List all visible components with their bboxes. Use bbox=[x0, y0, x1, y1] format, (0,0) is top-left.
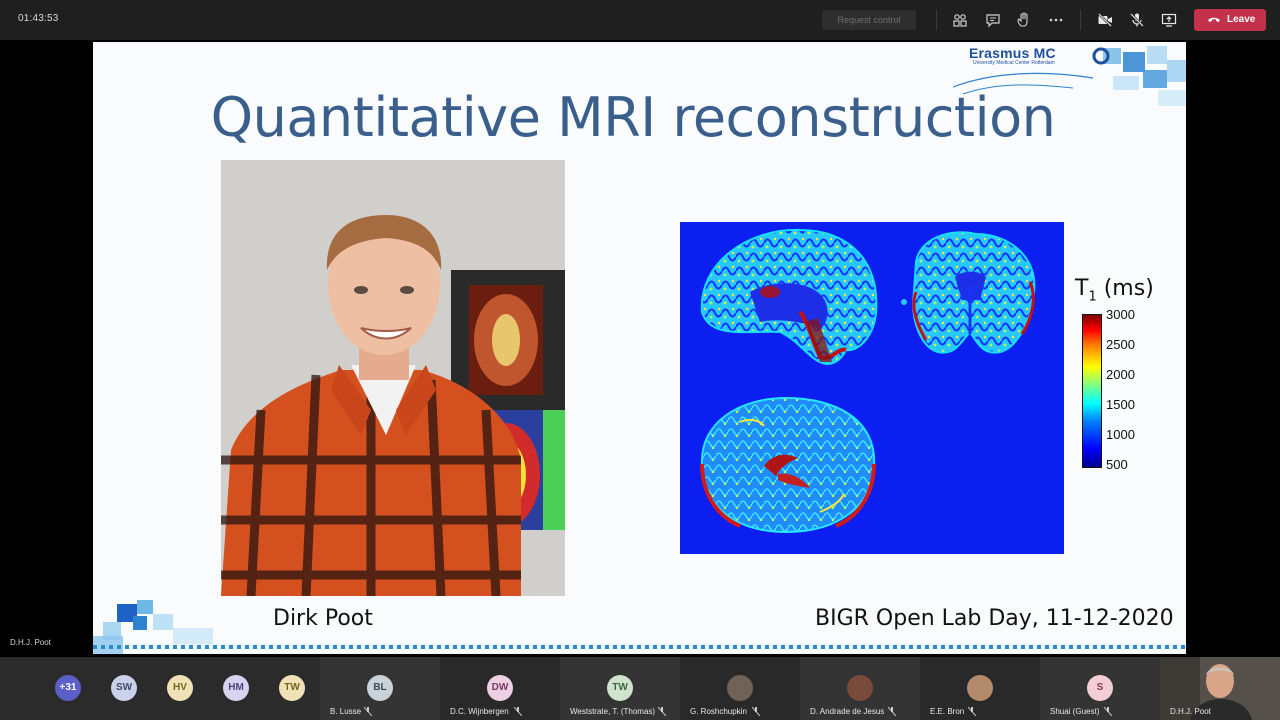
participant-avatar: BL bbox=[367, 675, 393, 701]
participant-tile[interactable]: TW Weststrate, T. (Thomas) bbox=[560, 657, 680, 720]
colorbar-tick: 500 bbox=[1106, 457, 1128, 472]
mic-off-icon bbox=[752, 707, 760, 716]
mic-off-icon bbox=[1104, 707, 1112, 716]
participant-photo-avatar bbox=[967, 675, 993, 701]
colorbar-tick: 1500 bbox=[1106, 397, 1135, 412]
camera-off-icon[interactable] bbox=[1097, 12, 1113, 28]
mic-off-icon bbox=[514, 707, 522, 716]
mic-off-icon bbox=[364, 707, 372, 716]
logo-wordmark: Erasmus MC bbox=[969, 45, 1056, 61]
chat-icon[interactable] bbox=[985, 12, 1001, 28]
colorbar-tick: 2500 bbox=[1106, 337, 1135, 352]
people-icon[interactable] bbox=[952, 12, 968, 28]
mic-off-icon bbox=[658, 707, 666, 716]
dotted-footer-rule bbox=[93, 645, 1186, 649]
meeting-timer: 01:43:53 bbox=[18, 13, 59, 24]
participant-avatar[interactable]: HM bbox=[223, 675, 249, 701]
raise-hand-icon[interactable] bbox=[1016, 12, 1032, 28]
presentation-slide: Erasmus MC University Medical Center Rot… bbox=[93, 42, 1186, 654]
toolbar-divider bbox=[1080, 10, 1081, 30]
participant-avatar[interactable]: TW bbox=[279, 675, 305, 701]
request-control-button[interactable]: Request control bbox=[822, 10, 916, 30]
toolbar-divider bbox=[936, 10, 937, 30]
mic-off-icon[interactable] bbox=[1129, 12, 1145, 28]
colorbar-title: T1 (ms) bbox=[1075, 276, 1154, 305]
participant-name: Shuai (Guest) bbox=[1050, 707, 1100, 716]
mic-off-icon bbox=[968, 707, 976, 716]
participant-name: D. Andrade de Jesus bbox=[810, 707, 885, 716]
self-video-tile[interactable]: D.H.J. Poot bbox=[1160, 657, 1280, 720]
share-screen-icon[interactable] bbox=[1161, 12, 1177, 28]
participant-name: B. Lusse bbox=[330, 707, 362, 716]
more-options-icon[interactable] bbox=[1048, 12, 1064, 28]
participant-avatar: TW bbox=[607, 675, 633, 701]
shared-content-stage: Erasmus MC University Medical Center Rot… bbox=[0, 40, 1280, 657]
hang-up-icon bbox=[1208, 17, 1220, 22]
participant-tile[interactable]: DW D.C. Wijnbergen bbox=[440, 657, 560, 720]
overflow-participants-button[interactable]: +31 bbox=[55, 675, 81, 701]
t1-map-figure bbox=[680, 222, 1064, 554]
event-caption: BIGR Open Lab Day, 11-12-2020 bbox=[815, 606, 1174, 631]
coronal-slice bbox=[901, 231, 1036, 354]
participant-tile[interactable]: BL B. Lusse bbox=[320, 657, 440, 720]
self-name: D.H.J. Poot bbox=[1170, 707, 1211, 716]
leave-button[interactable]: Leave bbox=[1194, 9, 1266, 31]
participant-tile[interactable]: D. Andrade de Jesus bbox=[800, 657, 920, 720]
participant-photo-avatar bbox=[847, 675, 873, 701]
colorbar-tick: 3000 bbox=[1106, 307, 1135, 322]
participant-roster: +31 SW HV HM TW BL B. Lusse DW D.C. Wijn… bbox=[0, 657, 1280, 720]
leave-label: Leave bbox=[1227, 14, 1256, 25]
participant-name: G. Roshchupkin bbox=[690, 707, 747, 716]
colorbar-tick: 2000 bbox=[1106, 367, 1135, 382]
participant-avatar: S bbox=[1087, 675, 1113, 701]
participant-avatar[interactable]: SW bbox=[111, 675, 137, 701]
presenter-photo bbox=[221, 160, 565, 596]
mic-off-icon bbox=[888, 707, 896, 716]
participant-avatar: DW bbox=[487, 675, 513, 701]
t1-colorbar bbox=[1082, 314, 1102, 468]
slide-title: Quantitative MRI reconstruction bbox=[210, 86, 1056, 149]
participant-avatar[interactable]: HV bbox=[167, 675, 193, 701]
logo-subtitle: University Medical Center Rotterdam bbox=[973, 60, 1055, 66]
meeting-toolbar: 01:43:53 Request control Leave bbox=[0, 0, 1280, 40]
participant-tile[interactable]: G. Roshchupkin bbox=[680, 657, 800, 720]
presenter-label: D.H.J. Poot bbox=[10, 638, 51, 647]
sagittal-slice bbox=[700, 228, 878, 365]
presenter-name-caption: Dirk Poot bbox=[273, 606, 373, 631]
participant-tile[interactable]: E.E. Bron bbox=[920, 657, 1040, 720]
participant-tile[interactable]: S Shuai (Guest) bbox=[1040, 657, 1160, 720]
participant-name: E.E. Bron bbox=[930, 707, 965, 716]
colorbar-tick: 1000 bbox=[1106, 427, 1135, 442]
participant-name: Weststrate, T. (Thomas) bbox=[570, 707, 656, 716]
participant-name: D.C. Wijnbergen bbox=[450, 707, 509, 716]
participant-photo-avatar bbox=[727, 675, 753, 701]
axial-slice bbox=[700, 396, 876, 534]
